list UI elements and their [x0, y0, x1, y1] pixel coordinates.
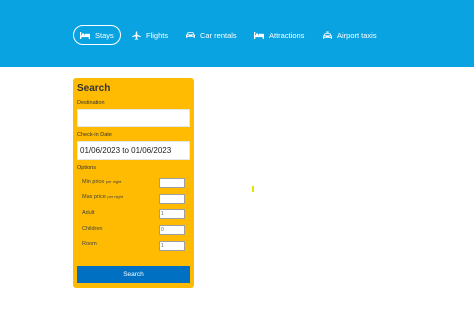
checkin-label: Check-in Date: [77, 132, 112, 138]
car-icon: [186, 31, 195, 39]
main-nav: Stays Flights Car rentals Attractions Ai…: [0, 0, 474, 67]
max-price-label: Max price per night: [82, 194, 123, 200]
taxi-icon: [323, 30, 332, 40]
nav-label: Airport taxis: [337, 30, 377, 40]
nav-label: Flights: [146, 30, 169, 40]
checkin-date-input[interactable]: 01/06/2023 to 01/06/2023: [77, 141, 190, 160]
search-panel: Search Destination Check-in Date 01/06/2…: [73, 78, 194, 288]
nav-label: Car rentals: [200, 30, 237, 40]
destination-input[interactable]: [77, 109, 190, 127]
search-title: Search: [77, 83, 111, 94]
children-input[interactable]: 0: [159, 225, 185, 235]
min-price-input[interactable]: [159, 178, 185, 188]
room-label: Room: [82, 241, 97, 247]
max-price-input[interactable]: [159, 194, 185, 204]
search-button[interactable]: Search: [77, 266, 190, 283]
nav-label: Attractions: [269, 30, 305, 40]
adult-label: Adult: [82, 210, 95, 216]
min-price-label: Min price per night: [82, 179, 122, 185]
nav-item-car-rentals[interactable]: Car rentals: [186, 25, 237, 45]
room-input[interactable]: 1: [159, 241, 185, 251]
destination-label: Destination: [77, 100, 105, 106]
plane-icon: [132, 30, 141, 40]
options-label: Options: [77, 165, 96, 171]
nav-item-stays[interactable]: Stays: [73, 25, 121, 45]
nav-item-airport-taxis[interactable]: Airport taxis: [323, 25, 377, 45]
adult-input[interactable]: 1: [159, 209, 185, 219]
bed-icon: [80, 31, 90, 39]
nav-label: Stays: [95, 30, 114, 40]
bed-icon: [254, 31, 264, 39]
children-label: Children: [82, 226, 103, 232]
nav-item-attractions[interactable]: Attractions: [254, 25, 304, 45]
text-cursor: [252, 186, 254, 192]
nav-item-flights[interactable]: Flights: [132, 25, 168, 45]
